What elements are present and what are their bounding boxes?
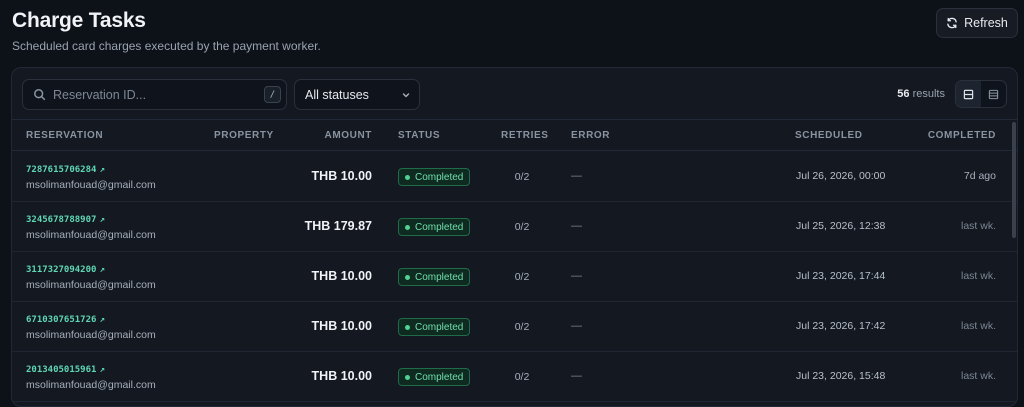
error-text: — <box>571 170 582 182</box>
reservation-link[interactable]: 3117327094200 ↗ <box>26 265 105 275</box>
col-amount[interactable]: AMOUNT <box>272 130 372 141</box>
guest-email: msolimanfouad@gmail.com <box>26 229 156 241</box>
col-reservation[interactable]: RESERVATION <box>26 130 103 141</box>
refresh-label: Refresh <box>964 16 1008 30</box>
comfortable-view-button[interactable] <box>956 81 981 107</box>
table-row[interactable]: 3117327094200 ↗ msolimanfouad@gmail.com T… <box>12 252 1017 302</box>
rows-icon <box>963 89 974 99</box>
external-link-icon: ↗ <box>99 215 105 225</box>
page-header: Charge Tasks Scheduled card charges exec… <box>0 0 1024 66</box>
table-row[interactable]: 3245678788907 ↗ msolimanfouad@gmail.com T… <box>12 202 1017 252</box>
charge-tasks-card: / All statuses 56 results R <box>11 67 1018 407</box>
reservation-link[interactable]: 2013405015961 ↗ <box>26 365 105 375</box>
external-link-icon: ↗ <box>99 165 105 175</box>
col-property[interactable]: PROPERTY <box>214 130 274 141</box>
col-completed[interactable]: COMPLETED <box>896 130 996 141</box>
status-badge: Completed <box>398 218 471 236</box>
status-badge: Completed <box>398 268 471 286</box>
completed-time: last wk. <box>960 220 996 232</box>
guest-email: msolimanfouad@gmail.com <box>26 379 156 391</box>
results-number: 56 <box>897 88 910 100</box>
reservation-link[interactable]: 3245678788907 ↗ <box>26 215 105 225</box>
guest-email: msolimanfouad@gmail.com <box>26 179 156 191</box>
status-dot <box>405 324 410 330</box>
charge-amount: THB 179.87 <box>304 219 372 233</box>
refresh-icon <box>947 17 957 29</box>
external-link-icon: ↗ <box>99 315 105 325</box>
compact-view-button[interactable] <box>981 81 1006 107</box>
status-badge: Completed <box>398 368 471 386</box>
status-badge: Completed <box>398 168 471 186</box>
retries-count: 0/2 <box>514 171 530 183</box>
completed-time: last wk. <box>960 320 996 332</box>
charge-amount: THB 10.00 <box>311 169 372 183</box>
external-link-icon: ↗ <box>99 365 105 375</box>
table-row[interactable]: 2013405015961 ↗ msolimanfouad@gmail.com T… <box>12 352 1017 402</box>
status-dot <box>405 274 410 280</box>
retries-count: 0/2 <box>514 221 530 233</box>
density-toggle <box>955 80 1007 108</box>
table-row[interactable]: 6710307651726 ↗ msolimanfouad@gmail.com T… <box>12 302 1017 352</box>
status-badge: Completed <box>398 318 471 336</box>
scheduled-time: Jul 23, 2026, 17:42 <box>796 320 886 332</box>
retries-count: 0/2 <box>514 321 530 333</box>
compact-rows-icon <box>988 89 999 99</box>
guest-email: msolimanfouad@gmail.com <box>26 329 156 341</box>
page-subtitle: Scheduled card charges executed by the p… <box>12 39 321 53</box>
results-label: results <box>912 88 945 100</box>
page-title: Charge Tasks <box>12 9 146 32</box>
retries-count: 0/2 <box>514 271 530 283</box>
status-dot <box>405 374 410 380</box>
col-scheduled[interactable]: SCHEDULED <box>795 130 863 141</box>
external-link-icon: ↗ <box>99 265 105 275</box>
error-text: — <box>571 270 582 282</box>
completed-time: last wk. <box>960 370 996 382</box>
reservation-link[interactable]: 7287615706284 ↗ <box>26 165 105 175</box>
scheduled-time: Jul 23, 2026, 17:44 <box>796 270 886 282</box>
charge-amount: THB 10.00 <box>311 319 372 333</box>
status-dot <box>405 224 410 230</box>
error-text: — <box>571 320 582 332</box>
table-toolbar: / All statuses 56 results <box>12 68 1017 120</box>
scheduled-time: Jul 23, 2026, 15:48 <box>796 370 886 382</box>
table-scrollbar[interactable] <box>1012 122 1016 238</box>
table-row[interactable]: 7287615706284 ↗ msolimanfouad@gmail.com T… <box>12 152 1017 202</box>
guest-email: msolimanfouad@gmail.com <box>26 279 156 291</box>
col-retries[interactable]: RETRIES <box>501 130 549 141</box>
refresh-button[interactable]: Refresh <box>936 8 1018 38</box>
status-dot <box>405 174 410 180</box>
reservation-link[interactable]: 6710307651726 ↗ <box>26 315 105 325</box>
scheduled-time: Jul 26, 2026, 00:00 <box>796 170 886 182</box>
results-count: 56 results <box>12 88 945 100</box>
table-header: RESERVATION PROPERTY AMOUNT STATUS RETRI… <box>12 120 1017 151</box>
col-status[interactable]: STATUS <box>398 130 440 141</box>
col-error[interactable]: ERROR <box>571 130 610 141</box>
error-text: — <box>571 220 582 232</box>
scheduled-time: Jul 25, 2026, 12:38 <box>796 220 886 232</box>
charge-amount: THB 10.00 <box>311 369 372 383</box>
retries-count: 0/2 <box>514 371 530 383</box>
completed-time: last wk. <box>960 270 996 282</box>
error-text: — <box>571 370 582 382</box>
charge-amount: THB 10.00 <box>311 269 372 283</box>
completed-time: 7d ago <box>963 170 996 182</box>
